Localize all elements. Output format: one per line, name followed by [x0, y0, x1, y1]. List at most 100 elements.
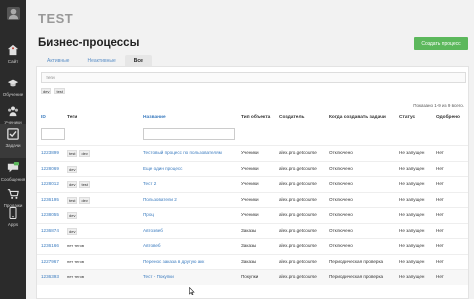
cell-approved: Нет	[436, 165, 444, 171]
column-id[interactable]: ID	[41, 115, 46, 120]
sidebar-item-label: Apps	[7, 222, 19, 227]
processes-panel: теги dev test Показано 1-9 из 9 всего. I…	[36, 66, 469, 299]
column-status: Статус	[399, 115, 416, 120]
status-tabs: Активные Неактивные Все	[38, 55, 152, 66]
cell-when: Отключено	[329, 196, 353, 202]
tab-active[interactable]: Активные	[38, 55, 78, 66]
column-name[interactable]: Название	[143, 115, 166, 120]
table-header: ID Теги Название Тип объекта Создатель К…	[37, 115, 468, 124]
tag-chip[interactable]: dev	[79, 150, 90, 157]
cell-type: Ученики	[241, 212, 259, 217]
tag-chip[interactable]: dev	[67, 212, 78, 219]
cell-when: Отключено	[329, 243, 353, 248]
tag-chip[interactable]: dev	[79, 196, 90, 204]
table-row: 1236195 Пользователи 2 Ученики alex.pro.get…	[37, 191, 468, 208]
cell-id[interactable]: 1228012	[41, 181, 59, 186]
tag-chip[interactable]: dev	[67, 165, 78, 173]
cell-creator: alex.pro.getcourse	[279, 196, 317, 202]
column-creator: Создатель	[279, 115, 305, 120]
cell-tags: dev	[67, 227, 79, 235]
cell-tags: нет тегов	[67, 243, 84, 248]
cell-approved: Нет	[436, 227, 444, 233]
tag-chip-dev[interactable]: dev	[41, 88, 52, 94]
tag-chip[interactable]: test	[67, 196, 78, 204]
cell-type: Ученики	[241, 165, 259, 171]
cell-creator: alex.pro.getcourse	[279, 274, 317, 279]
cell-name[interactable]: Автовеб	[143, 243, 161, 248]
cell-status: Не запущен	[399, 150, 425, 155]
cell-when: Периодическая проверка	[329, 258, 384, 264]
cell-id[interactable]: 1236393	[41, 274, 59, 279]
cell-tags: dev	[67, 212, 79, 219]
cell-id[interactable]: 1236166	[41, 243, 59, 248]
cell-name[interactable]: Пользователи 2	[143, 197, 177, 202]
cell-status: Не запущен	[399, 243, 425, 248]
cell-when: Отключено	[329, 227, 353, 233]
cell-creator: alex.pro.getcourse	[279, 150, 317, 155]
sidebar-item-label: Сообщения	[0, 177, 26, 182]
tag-chip[interactable]: test	[79, 181, 90, 188]
table-row: 1236874 Автоэвеб Заказы alex.pro.getcourse О…	[37, 222, 468, 239]
cell-type: Ученики	[241, 181, 259, 186]
create-process-button[interactable]: Создать процесс	[414, 37, 468, 50]
tag-filter-input[interactable]: теги	[41, 72, 466, 83]
cell-status: Не запущен	[399, 181, 425, 186]
cell-id[interactable]: 1238055	[41, 212, 59, 217]
cell-id[interactable]: 1223899	[41, 150, 59, 155]
cell-approved: Нет	[436, 181, 444, 186]
cell-status: Не запущен	[399, 165, 425, 171]
no-tags-label: нет тегов	[67, 258, 84, 264]
tag-chip[interactable]: dev	[67, 227, 78, 235]
sidebar-item-checkbox[interactable]: Задачи	[0, 124, 26, 158]
cell-name[interactable]: Еще один процесс	[143, 166, 182, 171]
graduation-icon	[6, 76, 20, 90]
cell-status: Не запущен	[399, 227, 425, 233]
cell-tags: нет тегов	[67, 259, 84, 264]
cell-id[interactable]: 1236195	[41, 197, 59, 202]
cell-name[interactable]: Тест 2	[143, 181, 156, 186]
cell-id[interactable]: 1227967	[41, 259, 59, 264]
cell-tags: test dev	[67, 196, 92, 204]
chat-icon	[6, 161, 20, 175]
summary-count: Показано 1-9 из 9 всего.	[413, 103, 464, 108]
tag-chip[interactable]: dev	[67, 181, 78, 188]
cell-status: Не запущен	[399, 274, 425, 279]
cell-creator: alex.pro.getcourse	[279, 165, 317, 171]
phone-icon	[6, 206, 20, 220]
cell-approved: Нет	[436, 258, 444, 264]
cell-name[interactable]: Тестовый процесс по пользователям	[143, 150, 222, 155]
users-icon	[6, 104, 20, 118]
cell-approved: Нет	[436, 150, 444, 155]
sidebar: Сайт Обучение Ученики Задачи Сообщения Продаж…	[0, 0, 26, 299]
page-title: Бизнес-процессы	[38, 37, 140, 49]
home-icon	[6, 43, 20, 57]
cell-name[interactable]: Проц	[143, 212, 154, 217]
tab-all[interactable]: Все	[124, 55, 152, 66]
cell-name[interactable]: Автоэвеб	[143, 228, 163, 233]
sidebar-item-label: Задачи	[5, 143, 21, 148]
table-row: 1228012 Тест 2 Ученики alex.pro.getcourse От…	[37, 176, 468, 192]
mouse-cursor-icon	[189, 287, 195, 295]
cell-id[interactable]: 1236874	[41, 228, 59, 233]
cell-name[interactable]: Тест - Покупки	[143, 274, 174, 279]
column-tags: Теги	[67, 115, 78, 120]
sidebar-item-profile[interactable]	[0, 3, 26, 37]
cell-when: Периодическая проверка	[329, 274, 384, 279]
cell-status: Не запущен	[399, 196, 425, 202]
sidebar-item-phone[interactable]: Apps	[0, 203, 26, 237]
name-filter-input[interactable]	[143, 128, 235, 140]
cell-creator: alex.pro.getcourse	[279, 181, 317, 186]
tag-chip[interactable]: test	[67, 150, 78, 157]
cell-name[interactable]: Перенос заказа в другую акк	[143, 259, 204, 264]
cell-type: Покупки	[241, 274, 259, 279]
cell-id[interactable]: 1228069	[41, 166, 59, 171]
cell-type: Заказы	[241, 227, 257, 233]
tab-inactive[interactable]: Неактивные	[78, 55, 124, 66]
id-filter-input[interactable]	[41, 128, 65, 140]
cell-type: Заказы	[241, 258, 257, 264]
tag-chip-test[interactable]: test	[54, 88, 65, 94]
cell-status: Не запущен	[399, 212, 425, 217]
sidebar-item-home[interactable]: Сайт	[0, 40, 26, 74]
cell-type: Ученики	[241, 150, 259, 155]
sidebar-item-label: Сайт	[7, 59, 19, 64]
